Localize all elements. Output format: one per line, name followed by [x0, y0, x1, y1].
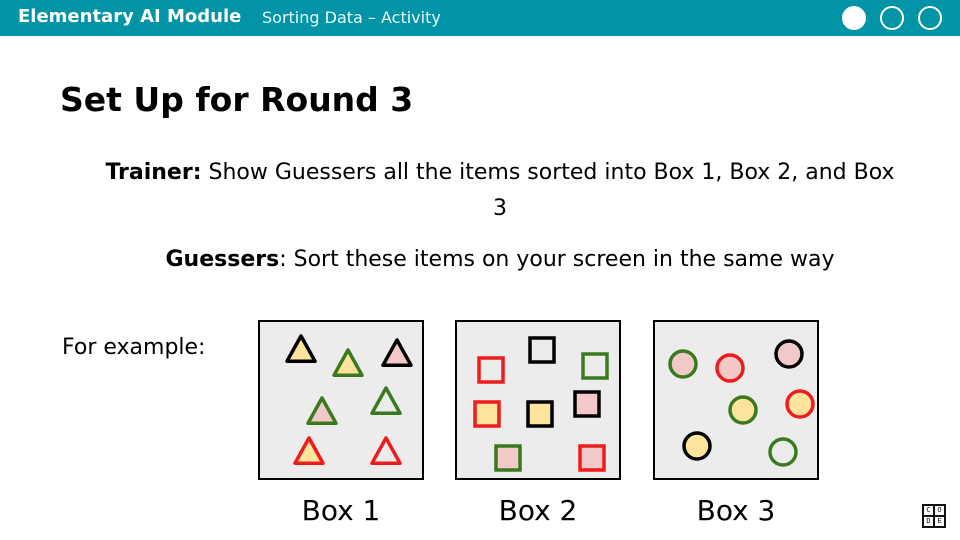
black-triangle-icon	[285, 334, 317, 363]
red-square-icon	[473, 400, 501, 428]
black-triangle-icon	[381, 338, 413, 367]
activity-title: Sorting Data – Activity	[262, 8, 441, 27]
logo-letter: D	[924, 517, 933, 526]
box-2-label: Box 2	[498, 494, 578, 527]
red-triangle-icon	[293, 436, 325, 465]
red-square-icon	[578, 444, 606, 472]
green-square-icon	[581, 352, 609, 380]
black-circle-icon	[774, 339, 804, 369]
red-circle-icon	[785, 389, 815, 419]
progress-dot-2	[880, 6, 904, 30]
green-triangle-icon	[332, 348, 364, 377]
header-bar: Elementary AI Module Sorting Data – Acti…	[0, 0, 960, 36]
green-triangle-icon	[370, 386, 402, 415]
box-2-items	[473, 336, 609, 472]
black-square-icon	[526, 400, 554, 428]
green-circle-icon	[728, 395, 758, 425]
logo-letter: C	[924, 506, 933, 515]
box-1	[258, 320, 424, 480]
guessers-instruction: Guessers: Sort these items on your scree…	[100, 242, 900, 278]
progress-dot-1	[842, 6, 866, 30]
trainer-instruction: Trainer: Show Guessers all the items sor…	[100, 155, 900, 227]
guessers-label: Guessers	[165, 247, 280, 272]
module-title: Elementary AI Module	[18, 6, 242, 27]
logo-letter: E	[935, 517, 944, 526]
example-label: For example:	[62, 335, 206, 360]
black-square-icon	[573, 390, 601, 418]
code-logo-icon: C O D E	[922, 504, 946, 528]
box-3-label: Box 3	[696, 494, 776, 527]
slide-title: Set Up for Round 3	[60, 80, 414, 119]
box-2	[455, 320, 621, 480]
green-triangle-icon	[306, 396, 338, 425]
green-circle-icon	[768, 437, 798, 467]
box-1-items	[285, 334, 413, 465]
black-circle-icon	[682, 431, 712, 461]
logo-letter: O	[935, 506, 944, 515]
trainer-text: Show Guessers all the items sorted into …	[208, 160, 895, 221]
red-triangle-icon	[370, 436, 402, 465]
box-3-items	[668, 339, 815, 467]
red-square-icon	[477, 356, 505, 384]
green-circle-icon	[668, 349, 698, 379]
trainer-label: Trainer:	[105, 160, 202, 185]
green-square-icon	[494, 444, 522, 472]
progress-dot-3	[918, 6, 942, 30]
red-circle-icon	[715, 353, 745, 383]
guessers-text: : Sort these items on your screen in the…	[279, 247, 835, 272]
black-square-icon	[528, 336, 556, 364]
box-1-label: Box 1	[301, 494, 381, 527]
box-3	[653, 320, 819, 480]
